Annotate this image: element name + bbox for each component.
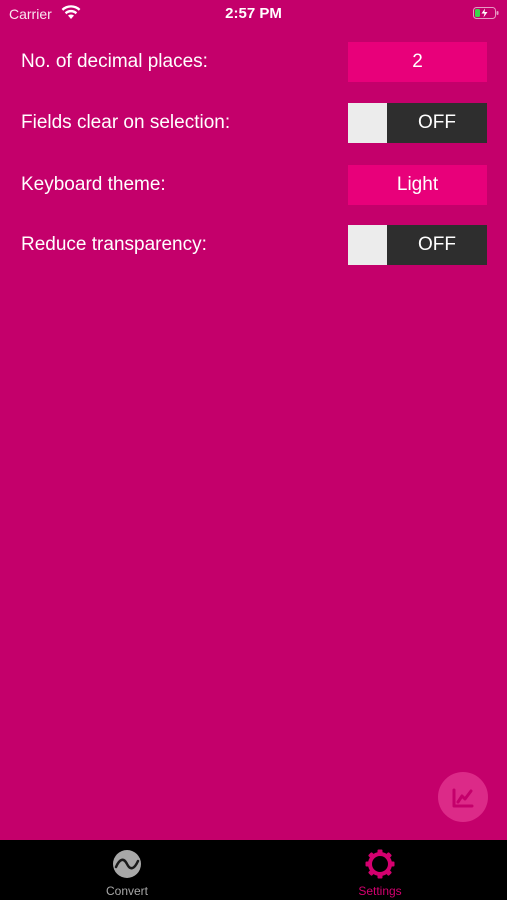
decimal-places-button[interactable]: 2: [348, 42, 487, 82]
fields-clear-label: Fields clear on selection:: [21, 112, 231, 133]
toggle-state-label: OFF: [387, 225, 487, 265]
gear-icon: [365, 849, 395, 879]
status-bar: Carrier 2:57 PM: [0, 0, 507, 28]
status-time: 2:57 PM: [225, 5, 282, 22]
edit-chart-icon: [452, 788, 474, 808]
convert-wave-icon: [113, 850, 141, 878]
reduce-transparency-toggle[interactable]: OFF: [348, 225, 487, 265]
fields-clear-toggle[interactable]: OFF: [348, 103, 487, 143]
tab-convert[interactable]: Convert: [47, 840, 207, 900]
toggle-knob: [348, 225, 387, 265]
tab-convert-label: Convert: [105, 884, 149, 898]
tab-settings[interactable]: Settings: [300, 840, 460, 900]
decimal-places-label: No. of decimal places:: [21, 51, 208, 72]
reduce-transparency-label: Reduce transparency:: [21, 234, 207, 255]
setting-row-decimal-places: No. of decimal places: 2: [0, 42, 507, 82]
battery-charging-icon: [473, 7, 499, 19]
edit-chart-button[interactable]: [438, 772, 488, 822]
setting-row-keyboard-theme: Keyboard theme: Light: [0, 165, 507, 205]
tab-bar: Convert Settings: [0, 840, 507, 900]
keyboard-theme-label: Keyboard theme:: [21, 174, 166, 195]
setting-row-fields-clear: Fields clear on selection: OFF: [0, 103, 507, 143]
toggle-knob: [348, 103, 387, 143]
toggle-state-label: OFF: [387, 103, 487, 143]
keyboard-theme-button[interactable]: Light: [348, 165, 487, 205]
setting-row-reduce-transparency: Reduce transparency: OFF: [0, 225, 507, 265]
tab-settings-label: Settings: [358, 884, 402, 898]
